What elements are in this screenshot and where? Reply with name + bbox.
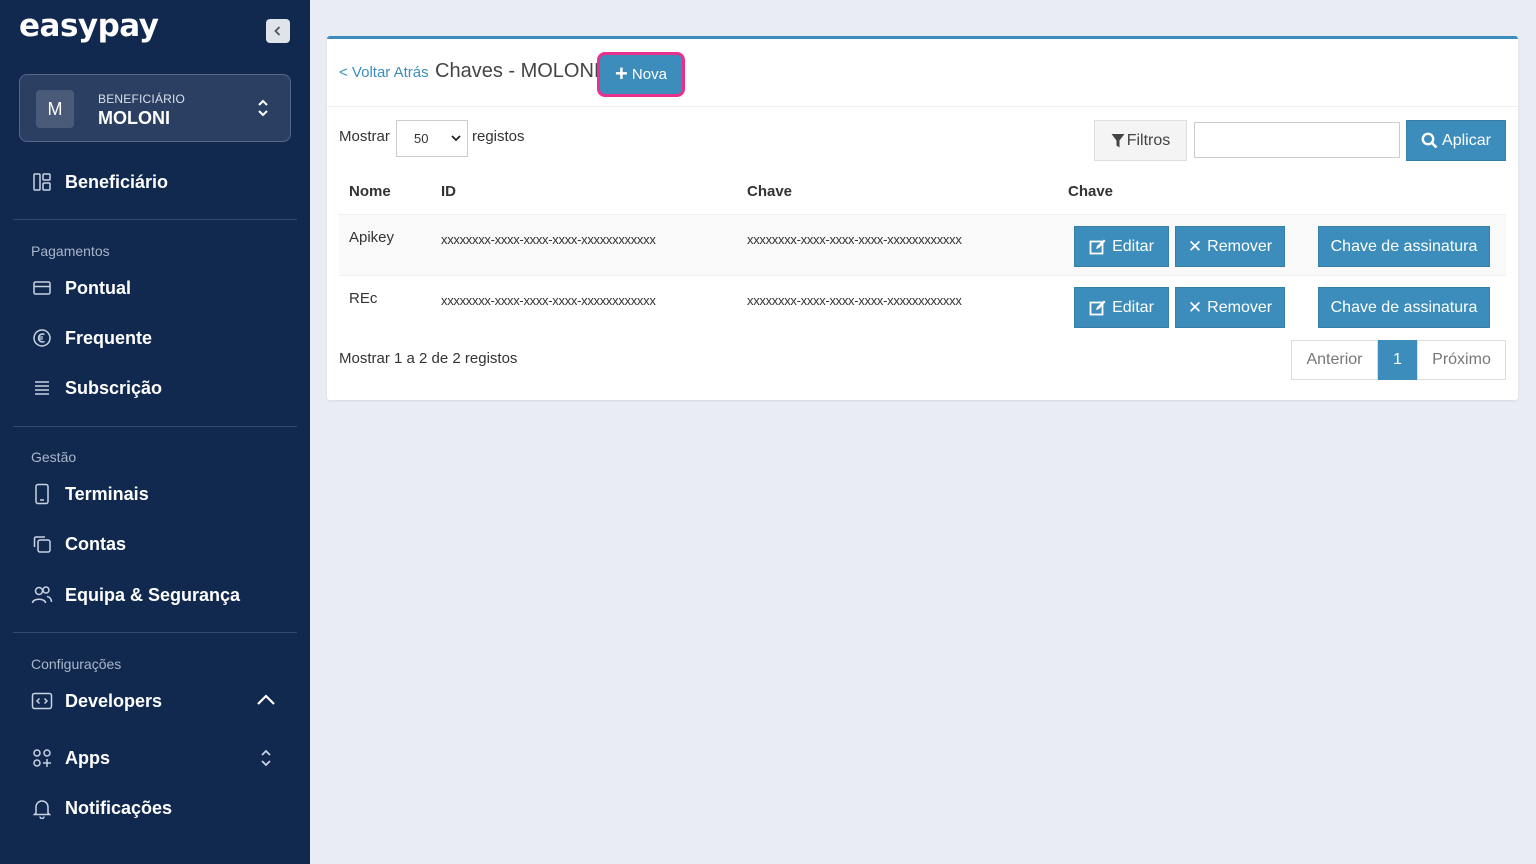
filter-icon xyxy=(1111,133,1125,147)
filters-button[interactable]: Filtros xyxy=(1094,120,1187,161)
key-value: xxxxxxxx-xxxx-xxxx-xxxx-xxxxxxxxxxxx xyxy=(747,293,962,308)
back-link[interactable]: < Voltar Atrás xyxy=(339,64,429,81)
page-1-button[interactable]: 1 xyxy=(1378,340,1417,380)
divider xyxy=(13,426,297,427)
table-row: REc xxxxxxxx-xxxx-xxxx-xxxx-xxxxxxxxxxxx… xyxy=(339,275,1506,336)
key-id: xxxxxxxx-xxxx-xxxx-xxxx-xxxxxxxxxxxx xyxy=(441,232,656,247)
column-header-actions: Chave xyxy=(1068,183,1114,200)
key-name: Apikey xyxy=(349,229,395,246)
page-size-select[interactable]: 50 xyxy=(396,120,468,157)
sidebar-item-label: Developers xyxy=(65,690,163,711)
pagination: Anterior 1 Próximo xyxy=(1291,340,1506,380)
column-header-key: Chave xyxy=(747,183,793,200)
column-header-name: Nome xyxy=(349,183,391,200)
page-size-value: 50 xyxy=(414,131,429,146)
keys-panel: < Voltar Atrás Chaves - MOLONI + Nova Mo… xyxy=(327,36,1518,400)
apply-button[interactable]: Aplicar xyxy=(1406,120,1506,161)
sidebar-item-label: Terminais xyxy=(65,483,149,504)
pagination-info: Mostrar 1 a 2 de 2 registos xyxy=(339,350,518,367)
edit-button-label: Editar xyxy=(1112,237,1154,255)
close-icon: ✕ xyxy=(1187,236,1203,256)
sidebar-item-label: Frequente xyxy=(65,327,153,348)
key-id: xxxxxxxx-xxxx-xxxx-xxxx-xxxxxxxxxxxx xyxy=(441,293,656,308)
page-title: Chaves - MOLONI xyxy=(435,60,600,82)
bell-icon xyxy=(31,797,53,819)
edit-button[interactable]: Editar xyxy=(1074,287,1169,328)
apps-icon xyxy=(31,747,53,769)
section-label-payments: Pagamentos xyxy=(31,243,110,259)
brand-logo[interactable]: easypay xyxy=(19,8,159,44)
beneficiary-label: BENEFICIÁRIO xyxy=(98,92,186,106)
edit-icon xyxy=(1089,239,1106,254)
section-label-settings: Configurações xyxy=(31,656,122,672)
sidebar-item-label: Equipa & Segurança xyxy=(65,584,241,605)
signature-key-button[interactable]: Chave de assinatura xyxy=(1318,226,1490,267)
sidebar-item-subscricao[interactable]: Subscrição xyxy=(31,372,162,404)
sidebar-item-apps[interactable]: Apps xyxy=(31,742,110,774)
sidebar-item-equipa-seguranca[interactable]: Equipa & Segurança xyxy=(31,579,240,611)
remove-button[interactable]: ✕ Remover xyxy=(1175,226,1285,267)
next-page-button[interactable]: Próximo xyxy=(1417,340,1506,380)
divider xyxy=(13,219,297,220)
remove-button[interactable]: ✕ Remover xyxy=(1175,287,1285,328)
sidebar: easypay M BENEFICIÁRIO MOLONI Beneficiár… xyxy=(0,0,310,864)
remove-button-label: Remover xyxy=(1207,298,1273,316)
search-input[interactable] xyxy=(1194,122,1400,158)
euro-icon xyxy=(31,327,53,349)
sidebar-item-label: Pontual xyxy=(65,277,131,298)
sidebar-item-label: Beneficiário xyxy=(65,171,169,192)
chevron-up-icon[interactable] xyxy=(255,692,277,708)
sidebar-item-label: Subscrição xyxy=(65,377,163,398)
sidebar-item-developers[interactable]: Developers xyxy=(31,685,162,717)
edit-button[interactable]: Editar xyxy=(1074,226,1169,267)
plus-icon: + xyxy=(615,60,628,86)
sidebar-item-beneficiario[interactable]: Beneficiário xyxy=(31,166,168,198)
users-icon xyxy=(31,584,53,606)
chevron-up-down-icon xyxy=(258,99,268,117)
credit-card-icon xyxy=(31,277,53,299)
beneficiary-selector[interactable]: M BENEFICIÁRIO MOLONI xyxy=(19,74,291,142)
copy-icon xyxy=(31,533,53,555)
dashboard-icon xyxy=(31,171,53,193)
sidebar-item-label: Contas xyxy=(65,533,127,554)
new-key-button-label: Nova xyxy=(631,66,667,83)
chevron-left-icon xyxy=(274,26,281,36)
apply-button-label: Aplicar xyxy=(1442,131,1491,149)
edit-button-label: Editar xyxy=(1112,298,1154,316)
section-label-management: Gestão xyxy=(31,449,77,465)
divider xyxy=(13,632,297,633)
code-icon xyxy=(31,690,53,712)
sidebar-item-label: Notificações xyxy=(65,797,173,818)
table-row: Apikey xxxxxxxx-xxxx-xxxx-xxxx-xxxxxxxxx… xyxy=(339,214,1506,275)
sidebar-item-terminais[interactable]: Terminais xyxy=(31,478,149,510)
edit-icon xyxy=(1089,300,1106,315)
show-label: Mostrar xyxy=(339,128,390,145)
chevron-up-down-icon[interactable] xyxy=(255,748,277,768)
panel-header: < Voltar Atrás Chaves - MOLONI + Nova xyxy=(327,39,1518,107)
records-label: registos xyxy=(472,128,525,145)
close-icon: ✕ xyxy=(1187,297,1203,317)
key-value: xxxxxxxx-xxxx-xxxx-xxxx-xxxxxxxxxxxx xyxy=(747,232,962,247)
key-name: REc xyxy=(349,290,378,307)
sidebar-item-notificacoes[interactable]: Notificações xyxy=(31,792,172,824)
signature-key-button[interactable]: Chave de assinatura xyxy=(1318,287,1490,328)
phone-icon xyxy=(31,483,53,505)
new-key-button[interactable]: + Nova xyxy=(597,52,685,97)
beneficiary-name: MOLONI xyxy=(98,108,170,128)
signature-key-button-label: Chave de assinatura xyxy=(1330,237,1478,255)
avatar: M xyxy=(36,90,74,128)
sidebar-item-pontual[interactable]: Pontual xyxy=(31,272,131,304)
filters-button-label: Filtros xyxy=(1126,131,1171,149)
search-icon xyxy=(1421,132,1438,149)
signature-key-button-label: Chave de assinatura xyxy=(1330,298,1478,316)
chevron-down-icon xyxy=(451,135,461,142)
column-header-id: ID xyxy=(441,183,456,200)
sidebar-item-contas[interactable]: Contas xyxy=(31,528,126,560)
collapse-sidebar-button[interactable] xyxy=(266,19,290,43)
sidebar-item-label: Apps xyxy=(65,747,110,768)
sidebar-item-frequente[interactable]: Frequente xyxy=(31,322,152,354)
previous-page-button[interactable]: Anterior xyxy=(1291,340,1378,380)
list-icon xyxy=(31,377,53,399)
remove-button-label: Remover xyxy=(1207,237,1273,255)
